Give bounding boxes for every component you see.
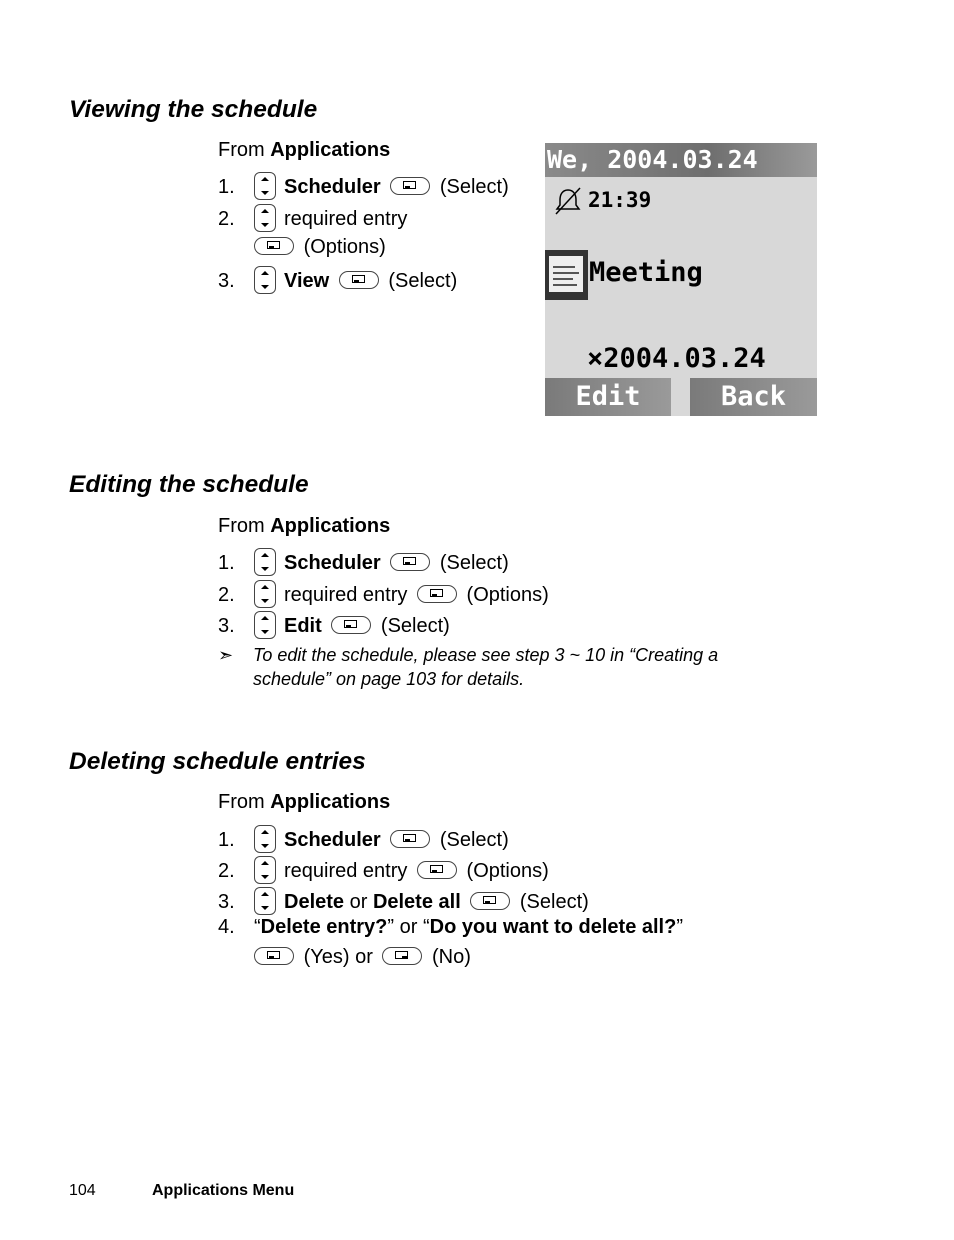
step-yes: (Yes) or <box>303 946 373 968</box>
chapter-title: Applications Menu <box>152 1182 295 1199</box>
left-soft-key-icon <box>390 830 431 848</box>
from-target: Applications <box>270 791 391 813</box>
step-1: 1. Scheduler (Select) <box>218 825 509 853</box>
step-or: or <box>394 916 423 938</box>
section-title-viewing: Viewing the schedule <box>69 96 318 123</box>
left-soft-key-icon <box>390 177 431 195</box>
step-1: 1. Scheduler (Select) <box>218 172 509 200</box>
note-line-1: To edit the schedule, please see step 3 … <box>253 645 719 665</box>
step-menu: Scheduler <box>284 176 381 198</box>
step-2: 2. required entry (Options) <box>218 856 549 884</box>
step-action: (Select) <box>439 176 509 198</box>
step-4: 4. “Delete entry?” or “Do you want to del… <box>218 916 684 938</box>
phone-time: 21:39 <box>588 188 652 212</box>
section-title-deleting: Deleting schedule entries <box>69 748 366 775</box>
note-line-2: schedule” on page 103 for details. <box>253 669 525 689</box>
step-3: 3. Delete or Delete all (Select) <box>218 887 589 915</box>
left-soft-key-icon <box>470 892 511 910</box>
step-number: 1. <box>218 552 235 574</box>
prompt-delete-all: Do you want to delete all? <box>429 916 677 938</box>
prompt-delete-entry: Delete entry? <box>260 916 388 938</box>
nav-updown-key-icon <box>254 887 276 915</box>
step-text: required entry <box>284 584 408 606</box>
left-soft-key-icon <box>254 237 294 255</box>
nav-updown-key-icon <box>254 172 276 200</box>
from-prefix: From <box>218 791 271 813</box>
step-number: 4. <box>218 916 235 938</box>
step-number: 3. <box>218 270 235 292</box>
phone-edit-softkey[interactable]: Edit <box>545 378 671 416</box>
phone-back-softkey[interactable]: Back <box>690 378 817 416</box>
note-arrow-icon: ➣ <box>218 645 234 665</box>
step-number: 2. <box>218 208 235 230</box>
step-number: 3. <box>218 615 235 637</box>
step-action: (Select) <box>380 615 450 637</box>
left-soft-key-icon <box>390 553 431 571</box>
section-title-editing: Editing the schedule <box>69 471 309 498</box>
nav-updown-key-icon <box>254 856 276 884</box>
step-2: 2. required entry <box>218 204 407 232</box>
phone-date: ×2004.03.24 <box>587 343 766 374</box>
step-number: 2. <box>218 860 235 882</box>
step-action: (Select) <box>388 270 458 292</box>
left-soft-key-icon <box>254 947 294 965</box>
step-menu: Scheduler <box>284 552 381 574</box>
step-menu: Edit <box>284 615 322 637</box>
step-no: (No) <box>431 946 471 968</box>
from-applications: From Applications <box>218 138 390 162</box>
phone-screenshot: We, 2004.03.24 21:39 Meeting ×2004.03.24… <box>545 143 817 416</box>
from-applications: From Applications <box>218 790 390 814</box>
left-soft-key-icon <box>416 861 457 879</box>
phone-title-bar: We, 2004.03.24 <box>545 143 817 177</box>
from-prefix: From <box>218 515 271 537</box>
step-number: 1. <box>218 829 235 851</box>
left-soft-key-icon <box>331 616 372 634</box>
step-or: or <box>344 891 373 913</box>
nav-updown-key-icon <box>254 548 276 576</box>
from-prefix: From <box>218 139 271 161</box>
from-target: Applications <box>270 139 391 161</box>
step-3: 3. View (Select) <box>218 266 457 294</box>
step-3: 3. Edit (Select) <box>218 611 450 639</box>
step-action: (Select) <box>439 552 509 574</box>
step-menu: Delete <box>284 891 345 913</box>
step-2: 2. required entry (Options) <box>218 580 549 608</box>
step-1: 1. Scheduler (Select) <box>218 548 509 576</box>
phone-subject: Meeting <box>589 257 703 288</box>
step-number: 3. <box>218 891 235 913</box>
memo-icon <box>545 250 588 300</box>
step-text: required entry <box>284 208 408 230</box>
step-menu: Scheduler <box>284 829 381 851</box>
step-action: (Select) <box>519 891 589 913</box>
nav-updown-key-icon <box>254 204 276 232</box>
step-text: required entry <box>284 860 408 882</box>
page-number: 104 <box>69 1182 96 1199</box>
nav-updown-key-icon <box>254 611 276 639</box>
step-action: (Options) <box>303 236 386 258</box>
from-applications: From Applications <box>218 514 390 538</box>
step-number: 2. <box>218 584 235 606</box>
step-menu-alt: Delete all <box>372 891 461 913</box>
right-soft-key-icon <box>382 947 423 965</box>
nav-updown-key-icon <box>254 266 276 294</box>
nav-updown-key-icon <box>254 580 276 608</box>
left-soft-key-icon <box>416 585 457 603</box>
step-number: 1. <box>218 176 235 198</box>
step-menu: View <box>284 270 330 292</box>
step-action: (Options) <box>466 860 549 882</box>
step-2-cont: (Options) <box>250 235 386 259</box>
left-soft-key-icon <box>338 271 379 289</box>
alarm-off-icon <box>555 187 581 215</box>
step-action: (Options) <box>466 584 549 606</box>
step-4-cont: (Yes) or (No) <box>250 945 471 969</box>
step-action: (Select) <box>439 829 509 851</box>
from-target: Applications <box>270 515 391 537</box>
nav-updown-key-icon <box>254 825 276 853</box>
